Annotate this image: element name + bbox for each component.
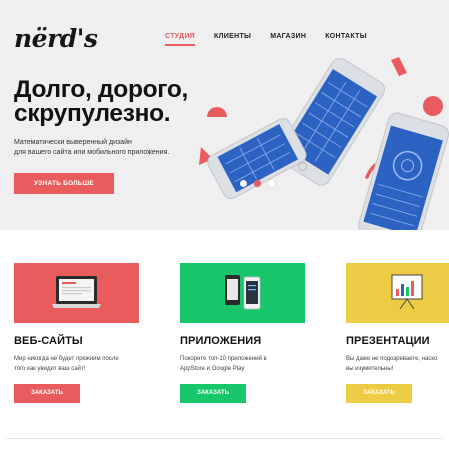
service-title-presentations: ПРЕЗЕНТАЦИИ <box>346 335 430 347</box>
service-desc-line-2: того как увидит ваш сайт! <box>14 366 86 372</box>
services-section: ВЕБ-САЙТЫ Мир никогда не будет прежним п… <box>0 230 449 449</box>
slider-dots <box>240 180 275 187</box>
service-desc-apps: Покорите топ-10 приложений в AppStore и … <box>180 354 302 374</box>
slider-dot-1[interactable] <box>240 180 247 187</box>
hero-subtext-line-2: для вашего сайта или мобильного приложен… <box>14 149 170 156</box>
hero-subtext: Математически выверенный дизайн для ваше… <box>14 138 204 158</box>
phones-icon <box>225 275 261 310</box>
service-desc-line-1: Покорите топ-10 приложений в <box>180 356 267 362</box>
service-card-apps: ПРИЛОЖЕНИЯ Покорите топ-10 приложений в … <box>180 263 305 403</box>
decor-red-bar <box>391 57 407 76</box>
presentation-board-icon <box>391 274 423 310</box>
main-nav: СТУДИЯ КЛИЕНТЫ МАГАЗИН КОНТАКТЫ <box>165 33 386 46</box>
service-desc-line-1: Мир никогда не будет прежним после <box>14 356 119 362</box>
service-desc-line-2: AppStore и Google Play <box>180 366 245 372</box>
service-desc-presentations: Вы даже не подозреваете, наско вы изумит… <box>346 354 449 374</box>
slider-dot-2[interactable] <box>254 180 261 187</box>
phone-left <box>207 118 307 200</box>
service-image-websites <box>14 263 139 323</box>
service-desc-line-1: Вы даже не подозреваете, наско <box>346 356 438 362</box>
order-presentations-button[interactable]: ЗАКАЗАТЬ <box>346 384 412 403</box>
hero-headline-line-2: скрупулезно. <box>14 100 171 127</box>
laptop-icon <box>52 276 101 308</box>
order-websites-button[interactable]: ЗАКАЗАТЬ <box>14 384 80 403</box>
learn-more-button[interactable]: УЗНАТЬ БОЛЬШЕ <box>14 173 114 194</box>
nav-item-shop[interactable]: МАГАЗИН <box>270 33 306 46</box>
hero-headline-line-1: Долго, дорого, <box>14 76 189 103</box>
nav-item-contacts[interactable]: КОНТАКТЫ <box>325 33 367 46</box>
order-apps-button[interactable]: ЗАКАЗАТЬ <box>180 384 246 403</box>
hero-section: nërd's СТУДИЯ КЛИЕНТЫ МАГАЗИН КОНТАКТЫ Д… <box>0 0 449 230</box>
service-image-apps <box>180 263 305 323</box>
service-desc-websites: Мир никогда не будет прежним после того … <box>14 354 136 374</box>
service-card-presentations: ПРЕЗЕНТАЦИИ Вы даже не подозреваете, нас… <box>346 263 449 403</box>
logo[interactable]: nërd's <box>14 24 98 53</box>
decor-red-semicircle <box>207 107 227 117</box>
decor-red-circle <box>423 96 443 116</box>
service-desc-line-2: вы изумительны! <box>346 366 394 372</box>
service-card-websites: ВЕБ-САЙТЫ Мир никогда не будет прежним п… <box>14 263 139 403</box>
service-image-presentations <box>346 263 449 323</box>
hero-subtext-line-1: Математически выверенный дизайн <box>14 139 132 146</box>
nav-item-clients[interactable]: КЛИЕНТЫ <box>214 33 251 46</box>
nav-item-studio[interactable]: СТУДИЯ <box>165 33 196 46</box>
hero-phones-illustration <box>199 57 449 230</box>
service-title-websites: ВЕБ-САЙТЫ <box>14 335 83 347</box>
hero-headline: Долго, дорого, скрупулезно. <box>14 76 214 127</box>
slider-dot-3[interactable] <box>268 180 275 187</box>
section-divider <box>6 438 443 439</box>
service-title-apps: ПРИЛОЖЕНИЯ <box>180 335 262 347</box>
